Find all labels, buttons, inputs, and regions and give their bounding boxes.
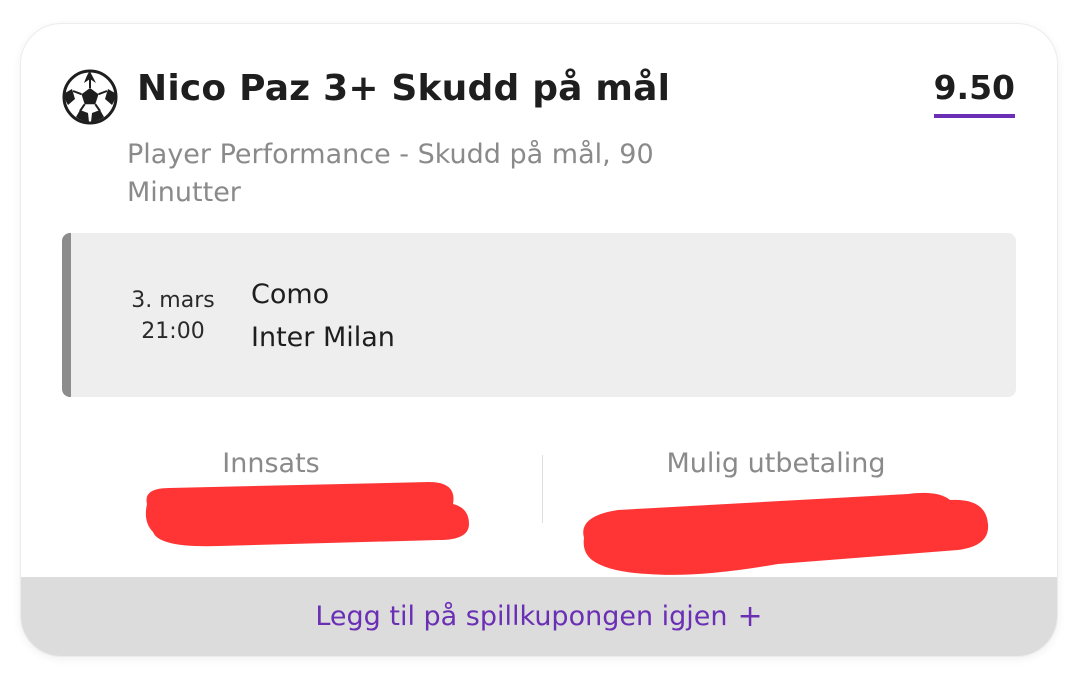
payout-label: Mulig utbetaling [666, 448, 886, 479]
stake-redaction-mark [145, 482, 469, 547]
add-to-betslip-again-button[interactable]: Legg til på spillkupongen igjen + [21, 577, 1057, 656]
payout-redaction-mark [583, 492, 989, 575]
event-info-box: 3. mars 21:00 Como Inter Milan [62, 233, 1016, 397]
event-date: 3. mars [131, 288, 215, 313]
away-team: Inter Milan [251, 322, 395, 353]
event-datetime: 3. mars 21:00 [118, 285, 228, 347]
bet-title: Nico Paz 3+ Skudd på mål [137, 68, 671, 109]
add-to-betslip-again-label: Legg til på spillkupongen igjen [315, 601, 728, 632]
odds-value[interactable]: 9.50 [933, 68, 1015, 118]
home-team: Como [251, 279, 330, 310]
bet-market-description: Player Performance - Skudd på mål, 90 Mi… [127, 139, 654, 208]
bet-card: Nico Paz 3+ Skudd på mål 9.50 Player Per… [21, 24, 1057, 656]
stake-label: Innsats [222, 448, 320, 479]
event-time: 21:00 [141, 319, 205, 344]
plus-icon: + [737, 599, 763, 634]
soccer-ball-icon [62, 69, 118, 125]
stats-divider [542, 455, 543, 523]
